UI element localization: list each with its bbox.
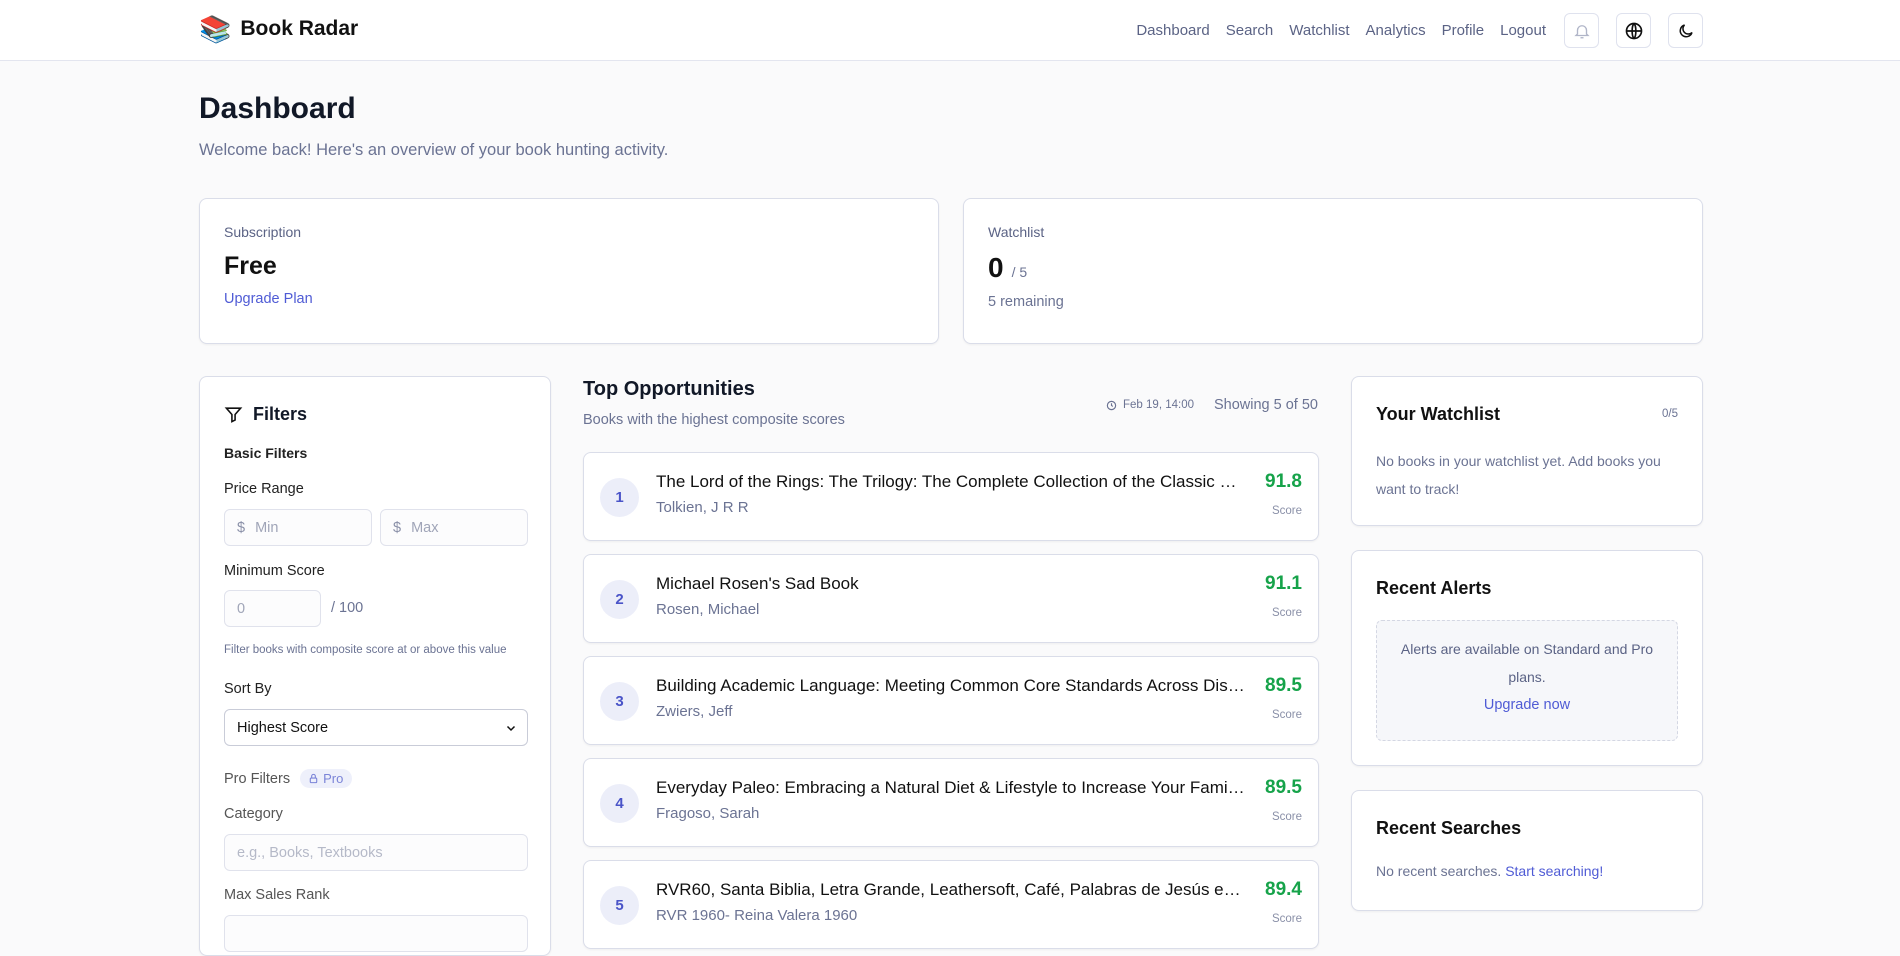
book-author: Fragoso, Sarah <box>656 805 759 822</box>
score-label: Score <box>1272 811 1302 823</box>
recent-alerts-card: Recent Alerts Alerts are available on St… <box>1351 550 1703 766</box>
score-label: Score <box>1272 607 1302 619</box>
filters-title: Filters <box>253 404 307 425</box>
nav-dashboard[interactable]: Dashboard <box>1136 22 1209 39</box>
your-watchlist-count: 0/5 <box>1662 408 1678 420</box>
score-max-label: / 100 <box>331 600 363 616</box>
recent-searches-card: Recent Searches No recent searches. Star… <box>1351 790 1703 911</box>
top-header: 📚 Book Radar Dashboard Search Watchlist … <box>0 0 1900 61</box>
score-label: Score <box>1272 505 1302 517</box>
max-sales-rank-label: Max Sales Rank <box>224 887 330 903</box>
min-score-input[interactable]: 0 <box>224 590 321 627</box>
filter-icon <box>224 405 243 424</box>
your-watchlist-empty: No books in your watchlist yet. Add book… <box>1376 447 1676 503</box>
recent-searches-title: Recent Searches <box>1376 818 1521 839</box>
category-label: Category <box>224 806 283 822</box>
nav-analytics[interactable]: Analytics <box>1366 22 1426 39</box>
notifications-button[interactable] <box>1564 13 1599 48</box>
dollar-icon: $ <box>393 520 401 536</box>
globe-icon <box>1624 21 1644 41</box>
theme-toggle-button[interactable] <box>1668 13 1703 48</box>
book-author: RVR 1960- Reina Valera 1960 <box>656 907 857 924</box>
book-author: Zwiers, Jeff <box>656 703 732 720</box>
recent-searches-empty: No recent searches. <box>1376 863 1501 879</box>
nav-profile[interactable]: Profile <box>1442 22 1485 39</box>
subscription-label: Subscription <box>224 224 301 240</box>
subscription-plan: Free <box>224 252 277 281</box>
page-title: Dashboard <box>199 92 356 126</box>
top-opportunities-subtitle: Books with the highest composite scores <box>583 412 845 428</box>
score-label: Score <box>1272 913 1302 925</box>
rank-badge: 2 <box>600 580 639 619</box>
book-author: Tolkien, J R R <box>656 499 749 516</box>
upgrade-plan-link[interactable]: Upgrade Plan <box>224 291 313 307</box>
main-nav: Dashboard Search Watchlist Analytics Pro… <box>1136 13 1703 48</box>
score-label: Score <box>1272 709 1302 721</box>
opportunity-item[interactable]: 1 The Lord of the Rings: The Trilogy: Th… <box>583 452 1319 541</box>
watchlist-limit: / 5 <box>1012 264 1028 280</box>
watchlist-remaining: 5 remaining <box>988 294 1064 310</box>
page-subtitle: Welcome back! Here's an overview of your… <box>199 141 668 160</box>
book-title[interactable]: Building Academic Language: Meeting Comm… <box>656 676 1246 696</box>
rank-badge: 4 <box>600 784 639 823</box>
book-score: 91.1 <box>1265 573 1302 595</box>
opportunity-item[interactable]: 3 Building Academic Language: Meeting Co… <box>583 656 1319 745</box>
book-score: 89.5 <box>1265 777 1302 799</box>
rank-badge: 1 <box>600 478 639 517</box>
your-watchlist-card: Your Watchlist 0/5 No books in your watc… <box>1351 376 1703 526</box>
rank-badge: 3 <box>600 682 639 721</box>
dollar-icon: $ <box>237 520 245 536</box>
book-score: 89.4 <box>1265 879 1302 901</box>
bell-icon <box>1573 22 1591 40</box>
start-searching-link[interactable]: Start searching! <box>1505 863 1603 879</box>
nav-logout[interactable]: Logout <box>1500 22 1546 39</box>
brand-name: Book Radar <box>240 17 358 41</box>
opportunity-item[interactable]: 5 RVR60, Santa Biblia, Letra Grande, Lea… <box>583 860 1319 949</box>
opportunity-item[interactable]: 2 Michael Rosen's Sad Book Rosen, Michae… <box>583 554 1319 643</box>
price-min-input[interactable]: $Min <box>224 509 372 546</box>
book-title[interactable]: Michael Rosen's Sad Book <box>656 574 1246 594</box>
book-score: 89.5 <box>1265 675 1302 697</box>
recent-alerts-title: Recent Alerts <box>1376 578 1491 599</box>
sort-by-label: Sort By <box>224 681 272 697</box>
alerts-upsell-box: Alerts are available on Standard and Pro… <box>1376 620 1678 741</box>
book-title[interactable]: The Lord of the Rings: The Trilogy: The … <box>656 472 1246 492</box>
upgrade-now-link[interactable]: Upgrade now <box>1484 697 1570 713</box>
book-title[interactable]: Everyday Paleo: Embracing a Natural Diet… <box>656 778 1246 798</box>
nav-search[interactable]: Search <box>1226 22 1274 39</box>
clock-icon <box>1106 400 1117 411</box>
pro-badge: Pro <box>300 769 352 788</box>
lock-icon <box>308 773 319 784</box>
watchlist-label: Watchlist <box>988 224 1044 240</box>
score-help-text: Filter books with composite score at or … <box>224 644 507 656</box>
rank-badge: 5 <box>600 886 639 925</box>
your-watchlist-title: Your Watchlist <box>1376 404 1500 425</box>
moon-icon <box>1677 22 1695 40</box>
category-input[interactable]: e.g., Books, Textbooks <box>224 834 528 871</box>
max-sales-rank-input[interactable] <box>224 915 528 952</box>
books-icon: 📚 <box>199 14 231 44</box>
watchlist-stat-card: Watchlist 0 / 5 5 remaining <box>963 198 1703 344</box>
basic-filters-heading: Basic Filters <box>224 445 307 461</box>
book-author: Rosen, Michael <box>656 601 759 618</box>
watchlist-count: 0 <box>988 252 1004 284</box>
min-score-label: Minimum Score <box>224 563 325 579</box>
sort-by-select[interactable]: Highest Score <box>224 709 528 746</box>
book-title[interactable]: RVR60, Santa Biblia, Letra Grande, Leath… <box>656 880 1246 900</box>
chevron-down-icon <box>505 722 517 734</box>
filters-panel: Filters Basic Filters Price Range $Min $… <box>199 376 551 956</box>
language-button[interactable] <box>1616 13 1651 48</box>
book-score: 91.8 <box>1265 471 1302 493</box>
last-updated: Feb 19, 14:00 <box>1123 399 1194 411</box>
nav-watchlist[interactable]: Watchlist <box>1289 22 1349 39</box>
price-range-label: Price Range <box>224 481 304 497</box>
brand-logo[interactable]: 📚 Book Radar <box>199 14 358 44</box>
showing-count: Showing 5 of 50 <box>1214 397 1318 413</box>
price-max-input[interactable]: $Max <box>380 509 528 546</box>
subscription-card: Subscription Free Upgrade Plan <box>199 198 939 344</box>
pro-filters-heading: Pro Filters <box>224 771 290 787</box>
top-opportunities-title: Top Opportunities <box>583 378 755 401</box>
alerts-message: Alerts are available on Standard and Pro… <box>1395 635 1659 691</box>
opportunity-item[interactable]: 4 Everyday Paleo: Embracing a Natural Di… <box>583 758 1319 847</box>
